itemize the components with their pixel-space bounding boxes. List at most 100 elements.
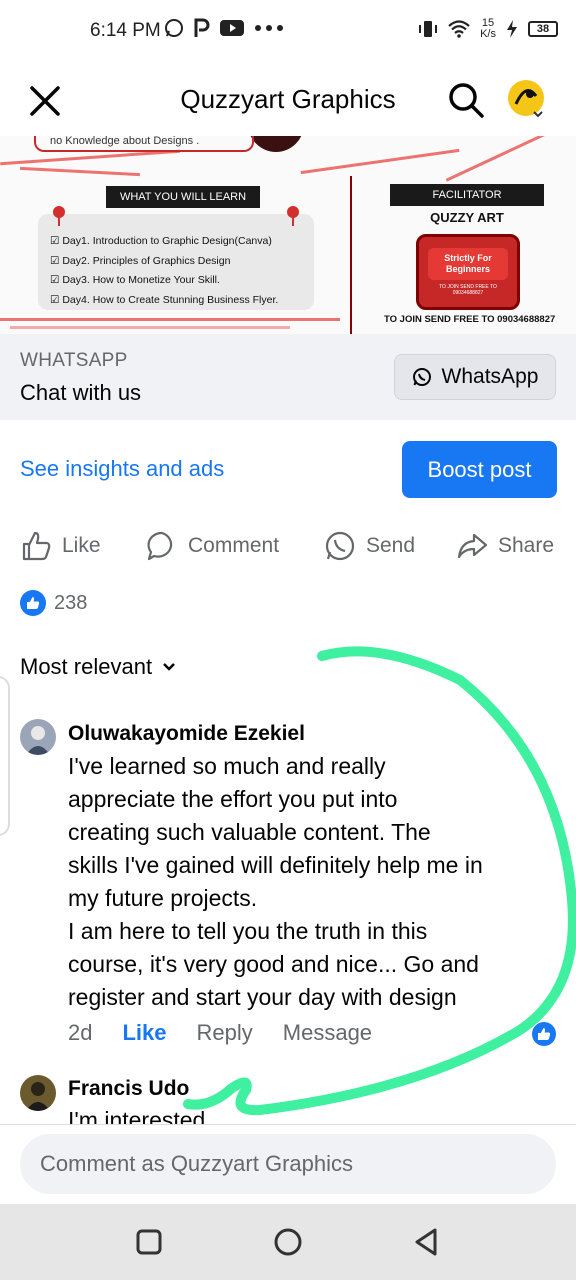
- cta-subtitle: Chat with us: [20, 380, 142, 405]
- charging-icon: [507, 20, 517, 38]
- learn-item: ☑ Day4. How to Create Stunning Business …: [50, 293, 279, 306]
- commenter-avatar[interactable]: [20, 1075, 56, 1111]
- comment-line: register and start your day with design: [68, 984, 457, 1010]
- recents-icon[interactable]: [133, 1226, 165, 1258]
- comment-message-button[interactable]: Message: [283, 1020, 372, 1046]
- app-screen: 6:14 PM 15 K/s 38 Quzzyart Graphics no K…: [0, 0, 576, 1280]
- see-insights-link[interactable]: See insights and ads: [20, 456, 224, 482]
- top-app-bar: Quzzyart Graphics: [0, 64, 576, 136]
- comment-label: Comment: [188, 534, 280, 557]
- beginners-small-text: TO JOIN SEND FREE TO 09034688827: [439, 284, 497, 296]
- comment-like-button[interactable]: Like: [122, 1020, 166, 1046]
- paint-splash: [10, 326, 290, 329]
- paint-splash: [0, 149, 180, 166]
- pin-icon: [287, 206, 299, 226]
- post-actions: Like Comment Send Share: [0, 526, 576, 570]
- battery-icon: 38: [528, 21, 558, 37]
- learn-item: ☑ Day2. Principles of Graphics Design: [50, 254, 231, 267]
- circle-graphic: [248, 136, 304, 152]
- net-speed-unit: K/s: [480, 28, 496, 40]
- paint-splash: [445, 136, 571, 182]
- comment-like-badge-icon[interactable]: [530, 1020, 558, 1048]
- vibrate-icon: [419, 21, 438, 37]
- notification-icons: [164, 18, 284, 38]
- pin-icon: [53, 206, 65, 226]
- whatsapp-send-icon: [325, 531, 355, 561]
- thumbs-up-icon: [22, 531, 51, 561]
- comment-body: I've learned so much and really apprecia…: [68, 750, 568, 1014]
- comment-line: I am here to tell you the truth in this: [68, 918, 428, 944]
- comment-icon: [147, 531, 173, 561]
- status-bar: 6:14 PM 15 K/s 38: [0, 0, 576, 64]
- profile-avatar[interactable]: [504, 78, 548, 122]
- comment-line: course, it's very good and nice... Go an…: [68, 951, 479, 977]
- youtube-icon: [220, 20, 244, 36]
- learn-item-text: Day1. Introduction to Graphic Design(Can…: [62, 235, 272, 247]
- beginners-line1: Strictly For: [444, 253, 492, 263]
- paint-splash: [20, 166, 140, 177]
- comment-meta: 2d Like Reply Message: [68, 1020, 372, 1046]
- comment-composer: [0, 1124, 576, 1204]
- send-label: Send: [366, 534, 416, 557]
- more-notifications-icon: [255, 25, 283, 31]
- back-icon[interactable]: [411, 1226, 443, 1258]
- share-label: Share: [498, 534, 555, 557]
- banner-top-text: no Knowledge about Designs .: [34, 136, 254, 152]
- system-nav-bar: [0, 1204, 576, 1280]
- like-button[interactable]: Like: [20, 530, 101, 562]
- facilitator-title: FACILITATOR: [390, 184, 544, 206]
- share-button[interactable]: Share: [456, 530, 554, 562]
- comment-button[interactable]: Comment: [146, 530, 279, 562]
- learn-list: ☑ Day1. Introduction to Graphic Design(C…: [50, 232, 278, 310]
- beginners-line2: Beginners: [445, 264, 490, 274]
- whatsapp-icon: [412, 368, 431, 386]
- search-icon[interactable]: [446, 80, 486, 120]
- join-text: TO JOIN SEND FREE TO 09034688827: [384, 314, 556, 325]
- page-title: Quzzyart Graphics: [180, 84, 396, 114]
- network-speed: 15 K/s: [480, 18, 496, 40]
- comment-line: I've learned so much and really: [68, 753, 386, 779]
- comment-author[interactable]: Francis Udo: [68, 1077, 189, 1101]
- learn-title: WHAT YOU WILL LEARN: [106, 186, 260, 208]
- beginners-label: Strictly For Beginners: [428, 248, 508, 280]
- learn-item: ☑ Day1. Introduction to Graphic Design(C…: [50, 235, 272, 247]
- learn-item-text: Day4. How to Create Stunning Business Fl…: [62, 293, 279, 306]
- send-button[interactable]: Send: [324, 530, 415, 562]
- commenter-avatar[interactable]: [20, 719, 56, 755]
- status-time: 6:14 PM: [90, 20, 161, 41]
- comment-line: skills I've gained will definitely help …: [68, 852, 483, 878]
- comment-sort-dropdown[interactable]: Most relevant: [20, 654, 176, 680]
- learn-item: ☑ Day3. How to Monetize Your Skill.: [50, 274, 220, 286]
- banner-divider: [350, 176, 352, 334]
- cta-label: WHATSAPP: [20, 350, 128, 371]
- learn-item-text: Day2. Principles of Graphics Design: [62, 254, 231, 267]
- p-app-icon: [194, 18, 210, 37]
- comment-line: my future projects.: [68, 885, 258, 911]
- paint-splash: [0, 318, 340, 321]
- comment-time: 2d: [68, 1020, 93, 1045]
- comment-author[interactable]: Oluwakayomide Ezekiel: [68, 722, 305, 746]
- edge-handle[interactable]: [0, 676, 10, 836]
- whatsapp-button[interactable]: WhatsApp: [394, 354, 556, 400]
- share-icon: [457, 533, 488, 559]
- comment-input[interactable]: [20, 1134, 556, 1194]
- post-image[interactable]: no Knowledge about Designs . WHAT YOU WI…: [0, 136, 576, 334]
- boost-post-button[interactable]: Boost post: [402, 441, 557, 498]
- comment-line: appreciate the effort you put into: [68, 786, 398, 812]
- whatsapp-notification-icon: [165, 19, 183, 37]
- reaction-summary[interactable]: 238: [20, 590, 87, 616]
- comment-line: creating such valuable content. The: [68, 819, 431, 845]
- wifi-icon: [448, 20, 470, 38]
- like-reaction-icon: [20, 590, 46, 616]
- sort-label: Most relevant: [20, 654, 153, 679]
- reaction-count: 238: [54, 591, 88, 614]
- chevron-down-icon: [163, 663, 175, 671]
- paint-splash: [300, 148, 460, 175]
- system-icons: 15 K/s 38: [418, 18, 558, 40]
- learn-item-text: Day3. How to Monetize Your Skill.: [62, 274, 220, 286]
- comment-reply-button[interactable]: Reply: [197, 1020, 253, 1046]
- home-icon[interactable]: [272, 1226, 304, 1258]
- like-label: Like: [62, 534, 101, 557]
- whatsapp-cta: WHATSAPP Chat with us WhatsApp: [0, 334, 576, 420]
- whatsapp-button-label: WhatsApp: [441, 365, 539, 388]
